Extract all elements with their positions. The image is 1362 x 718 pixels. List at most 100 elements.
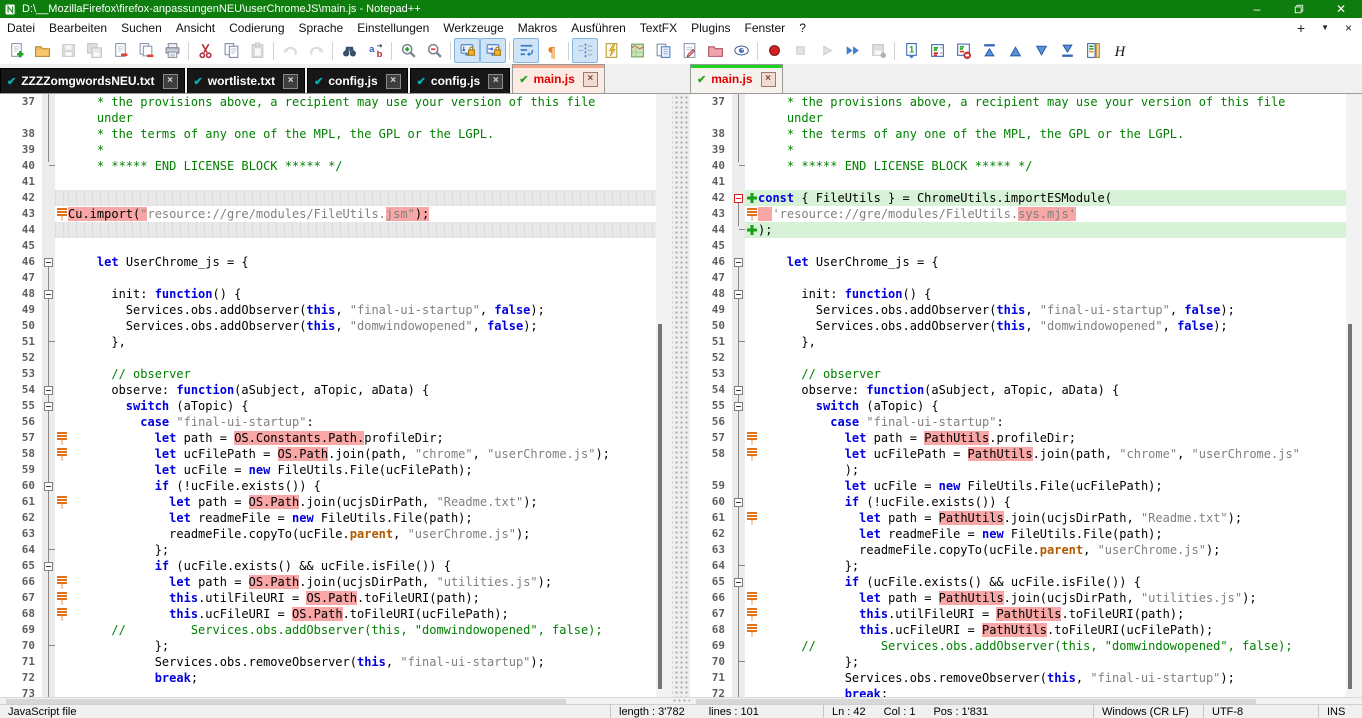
tab-close-icon[interactable]: ×	[283, 74, 298, 89]
tab-left-main.js[interactable]: ✔main.js×	[512, 64, 605, 93]
pane-splitter[interactable]	[672, 94, 690, 697]
code-text[interactable]: const { FileUtils } = ChromeUtils.import…	[758, 190, 1346, 206]
code-text[interactable]: Services.obs.removeObserver(this, "final…	[68, 654, 656, 670]
print-icon[interactable]	[159, 38, 185, 63]
run-script-icon[interactable]	[676, 38, 702, 63]
code-text[interactable]: let UserChrome_js = {	[68, 254, 656, 270]
code-text[interactable]: Services.obs.addObserver(this, "domwindo…	[68, 318, 656, 334]
code-text[interactable]: let path = OS.Constants.Path.profileDir;	[68, 430, 656, 446]
code-text[interactable]: let ucFile = new FileUtils.File(ucFilePa…	[68, 462, 656, 478]
code-text[interactable]: Services.obs.addObserver(this, "final-ui…	[68, 302, 656, 318]
status-eol[interactable]: Windows (CR LF)	[1093, 705, 1203, 718]
fold-margin[interactable]	[732, 574, 745, 590]
code-text[interactable]	[758, 270, 1346, 286]
tab-close-icon[interactable]: ×	[583, 72, 598, 87]
code-text[interactable]: under	[758, 110, 1346, 126]
menu-item-codierung[interactable]: Codierung	[222, 18, 291, 37]
code-text[interactable]: init: function() {	[68, 286, 656, 302]
restore-button[interactable]	[1278, 0, 1320, 18]
code-text[interactable]: // Services.obs.addObserver(this, "domwi…	[758, 638, 1346, 654]
cut-icon[interactable]	[192, 38, 218, 63]
code-text[interactable]: };	[758, 558, 1346, 574]
close-button[interactable]: ✕	[1320, 0, 1362, 18]
find-icon[interactable]	[336, 38, 362, 63]
code-text[interactable]: 'resource://gre/modules/FileUtils.sys.mj…	[758, 206, 1346, 222]
redo-icon[interactable]	[303, 38, 329, 63]
menu-item-werkzeuge[interactable]: Werkzeuge	[436, 18, 510, 37]
compare-first-icon[interactable]: 1	[898, 38, 924, 63]
code-text[interactable]: let ucFile = new FileUtils.File(ucFilePa…	[758, 478, 1346, 494]
left-scrollbar-thumb[interactable]	[658, 324, 662, 689]
diff-last-icon[interactable]	[1054, 38, 1080, 63]
code-text[interactable]: observe: function(aSubject, aTopic, aDat…	[758, 382, 1346, 398]
tab-close-icon[interactable]: ×	[761, 72, 776, 87]
code-text[interactable]: let readmeFile = new FileUtils.File(path…	[758, 526, 1346, 542]
status-encoding[interactable]: UTF-8	[1203, 705, 1318, 718]
code-text[interactable]: // observer	[68, 366, 656, 382]
code-text[interactable]: * the terms of any one of the MPL, the G…	[758, 126, 1346, 142]
file-monitor-icon[interactable]	[728, 38, 754, 63]
tab-left-wortliste.txt[interactable]: ✔wortliste.txt×	[187, 68, 306, 93]
code-text[interactable]: switch (aTopic) {	[68, 398, 656, 414]
paste-icon[interactable]	[244, 38, 270, 63]
code-text[interactable]: let path = OS.Path.join(ucjsDirPath, "Re…	[68, 494, 656, 510]
menu-item-plugins[interactable]: Plugins	[684, 18, 737, 37]
code-text[interactable]: readmeFile.copyTo(ucFile.parent, "userCh…	[758, 542, 1346, 558]
fold-margin[interactable]	[732, 190, 745, 206]
menu-item-textfx[interactable]: TextFX	[633, 18, 684, 37]
code-text[interactable]	[68, 350, 656, 366]
code-text[interactable]: let path = PathUtils.join(ucjsDirPath, "…	[758, 590, 1346, 606]
diff-next-icon[interactable]	[1028, 38, 1054, 63]
code-text[interactable]: case "final-ui-startup":	[68, 414, 656, 430]
code-text[interactable]: break;	[758, 686, 1346, 697]
word-wrap-icon[interactable]	[513, 38, 539, 63]
code-text[interactable]	[68, 238, 656, 254]
save-all-icon[interactable]	[81, 38, 107, 63]
fold-margin[interactable]	[42, 286, 55, 302]
fold-margin[interactable]	[732, 382, 745, 398]
code-text[interactable]: Cu.import("resource://gre/modules/FileUt…	[68, 206, 656, 222]
tab-close-icon[interactable]: ×	[386, 74, 401, 89]
menu-item-einstellungen[interactable]: Einstellungen	[350, 18, 436, 37]
menu-item-bearbeiten[interactable]: Bearbeiten	[42, 18, 114, 37]
fold-margin[interactable]	[42, 382, 55, 398]
menu-item-?[interactable]: ?	[792, 18, 813, 37]
sync-horizontal-icon[interactable]	[480, 38, 506, 63]
show-all-characters-icon[interactable]: ¶	[539, 38, 565, 63]
code-text[interactable]: let UserChrome_js = {	[758, 254, 1346, 270]
compare-clear-icon[interactable]	[950, 38, 976, 63]
macro-run-multiple-icon[interactable]	[839, 38, 865, 63]
left-editor-pane[interactable]: 37 * the provisions above, a recipient m…	[0, 94, 656, 697]
code-text[interactable]: let path = PathUtils.join(ucjsDirPath, "…	[758, 510, 1346, 526]
close-file-icon[interactable]	[107, 38, 133, 63]
folder-workspace-icon[interactable]	[702, 38, 728, 63]
macro-stop-icon[interactable]	[787, 38, 813, 63]
compare-ignore-headers-icon[interactable]: H	[1106, 38, 1132, 63]
fold-margin[interactable]	[732, 286, 745, 302]
code-text[interactable]: * the terms of any one of the MPL, the G…	[68, 126, 656, 142]
tab-left-config.js[interactable]: ✔config.js×	[307, 68, 408, 93]
code-text[interactable]: *	[68, 142, 656, 158]
code-text[interactable]: * the provisions above, a recipient may …	[758, 94, 1346, 110]
code-text[interactable]: Services.obs.removeObserver(this, "final…	[758, 670, 1346, 686]
code-text[interactable]: * ***** END LICENSE BLOCK ***** */	[758, 158, 1346, 174]
status-insert-mode[interactable]: INS	[1318, 705, 1362, 718]
code-text[interactable]	[68, 190, 656, 206]
horizontal-scrollbar[interactable]	[0, 697, 1362, 704]
code-text[interactable]	[68, 270, 656, 286]
menu-item-ausfhren[interactable]: Ausführen	[564, 18, 633, 37]
code-text[interactable]: this.ucFileURI = OS.Path.toFileURI(ucFil…	[68, 606, 656, 622]
code-text[interactable]	[758, 238, 1346, 254]
tab-left-config.js[interactable]: ✔config.js×	[410, 68, 511, 93]
code-text[interactable]: case "final-ui-startup":	[758, 414, 1346, 430]
fold-margin[interactable]	[42, 398, 55, 414]
tab-list-button[interactable]: ▼	[1321, 23, 1329, 32]
fold-margin[interactable]	[732, 254, 745, 270]
code-text[interactable]: },	[758, 334, 1346, 350]
code-text[interactable]: if (ucFile.exists() && ucFile.isFile()) …	[68, 558, 656, 574]
code-text[interactable]	[758, 174, 1346, 190]
new-file-icon[interactable]	[3, 38, 29, 63]
code-text[interactable]: readmeFile.copyTo(ucFile.parent, "userCh…	[68, 526, 656, 542]
fold-margin[interactable]	[732, 494, 745, 510]
code-text[interactable]: let ucFilePath = OS.Path.join(path, "chr…	[68, 446, 656, 462]
